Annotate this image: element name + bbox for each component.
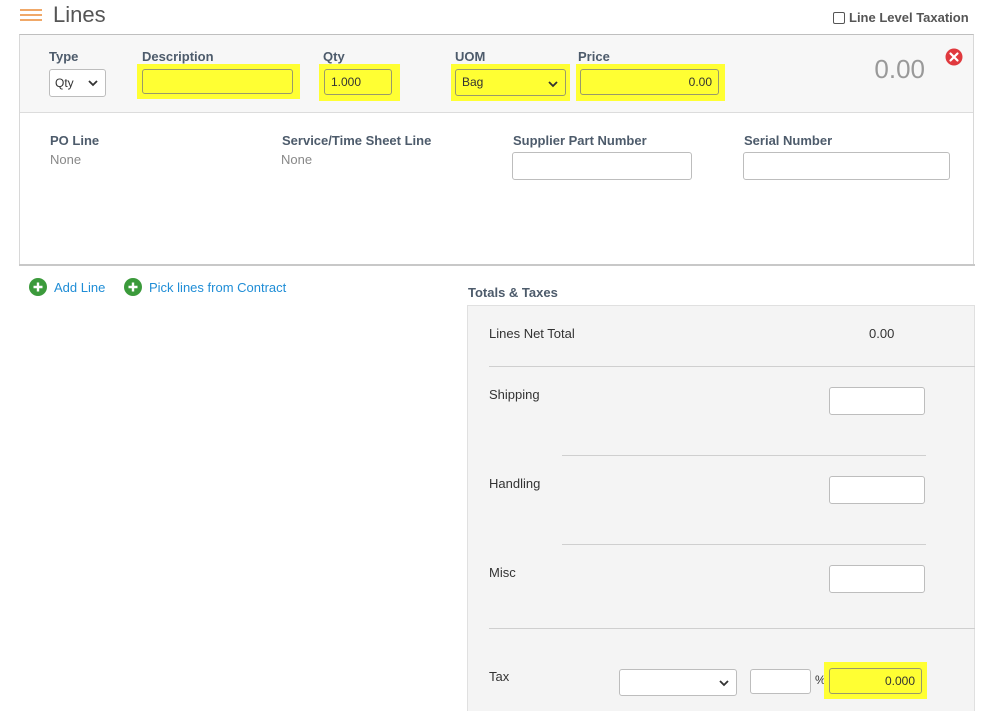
supplier-part-number-label: Supplier Part Number (513, 133, 647, 148)
lines-section-title: Lines (53, 2, 106, 27)
chevron-down-icon (548, 81, 558, 88)
add-line-label: Add Line (54, 279, 106, 295)
misc-label: Misc (489, 565, 516, 580)
uom-select[interactable]: Bag (455, 69, 566, 96)
chevron-down-icon (88, 80, 98, 87)
divider (562, 544, 926, 545)
tax-amount-highlight: 0.000 (824, 662, 927, 699)
type-select-value: Qty (55, 76, 74, 90)
chevron-down-icon (719, 680, 729, 687)
service-sheet-label: Service/Time Sheet Line (282, 133, 432, 148)
add-line-button[interactable]: Add Line (29, 278, 105, 296)
description-column-label: Description (142, 49, 214, 64)
lines-net-total-value: 0.00 (869, 326, 895, 341)
qty-column-label: Qty (323, 49, 345, 64)
handling-input[interactable] (829, 476, 925, 504)
qty-input[interactable]: 1.000 (324, 69, 392, 95)
type-column-label: Type (49, 49, 79, 64)
tax-amount-input[interactable]: 0.000 (829, 668, 922, 694)
shipping-input[interactable] (829, 387, 925, 415)
po-line-label: PO Line (50, 133, 100, 148)
type-select[interactable]: Qty (49, 69, 106, 97)
supplier-part-number-input[interactable] (512, 152, 692, 180)
checkbox-icon[interactable] (833, 11, 845, 24)
line-level-taxation-checkbox[interactable]: Line Level Taxation (833, 10, 969, 25)
plus-circle-icon (124, 278, 142, 296)
divider (489, 366, 975, 367)
tax-label: Tax (489, 669, 510, 684)
serial-number-label: Serial Number (744, 133, 833, 148)
price-highlight: 0.00 (576, 64, 725, 101)
line-total-amount: 0.00 (874, 54, 925, 84)
uom-select-value: Bag (462, 75, 484, 89)
plus-circle-icon (29, 278, 47, 296)
uom-highlight: Bag (451, 64, 570, 101)
price-column-label: Price (578, 49, 610, 64)
totals-taxes-title: Totals & Taxes (468, 285, 558, 300)
divider (489, 628, 975, 629)
divider (562, 455, 926, 456)
tax-percent-input[interactable] (750, 669, 811, 694)
pick-lines-from-contract-button[interactable]: Pick lines from Contract (124, 278, 286, 296)
qty-highlight: 1.000 (319, 64, 400, 101)
po-line-value: None (50, 152, 82, 167)
misc-input[interactable] (829, 565, 925, 593)
line-card-bottom-border (19, 264, 975, 266)
shipping-label: Shipping (489, 387, 540, 402)
lines-section-icon (20, 9, 42, 22)
line-level-taxation-label: Line Level Taxation (849, 10, 969, 25)
tax-rate-select[interactable] (619, 669, 737, 696)
pick-lines-label: Pick lines from Contract (149, 279, 287, 295)
uom-column-label: UOM (455, 49, 486, 64)
lines-net-total-label: Lines Net Total (489, 326, 575, 341)
description-highlight (137, 64, 300, 99)
serial-number-input[interactable] (743, 152, 950, 180)
service-sheet-value: None (281, 152, 313, 167)
price-input[interactable]: 0.00 (580, 69, 719, 95)
description-input[interactable] (142, 69, 293, 94)
remove-line-icon[interactable] (945, 48, 963, 66)
handling-label: Handling (489, 476, 541, 491)
